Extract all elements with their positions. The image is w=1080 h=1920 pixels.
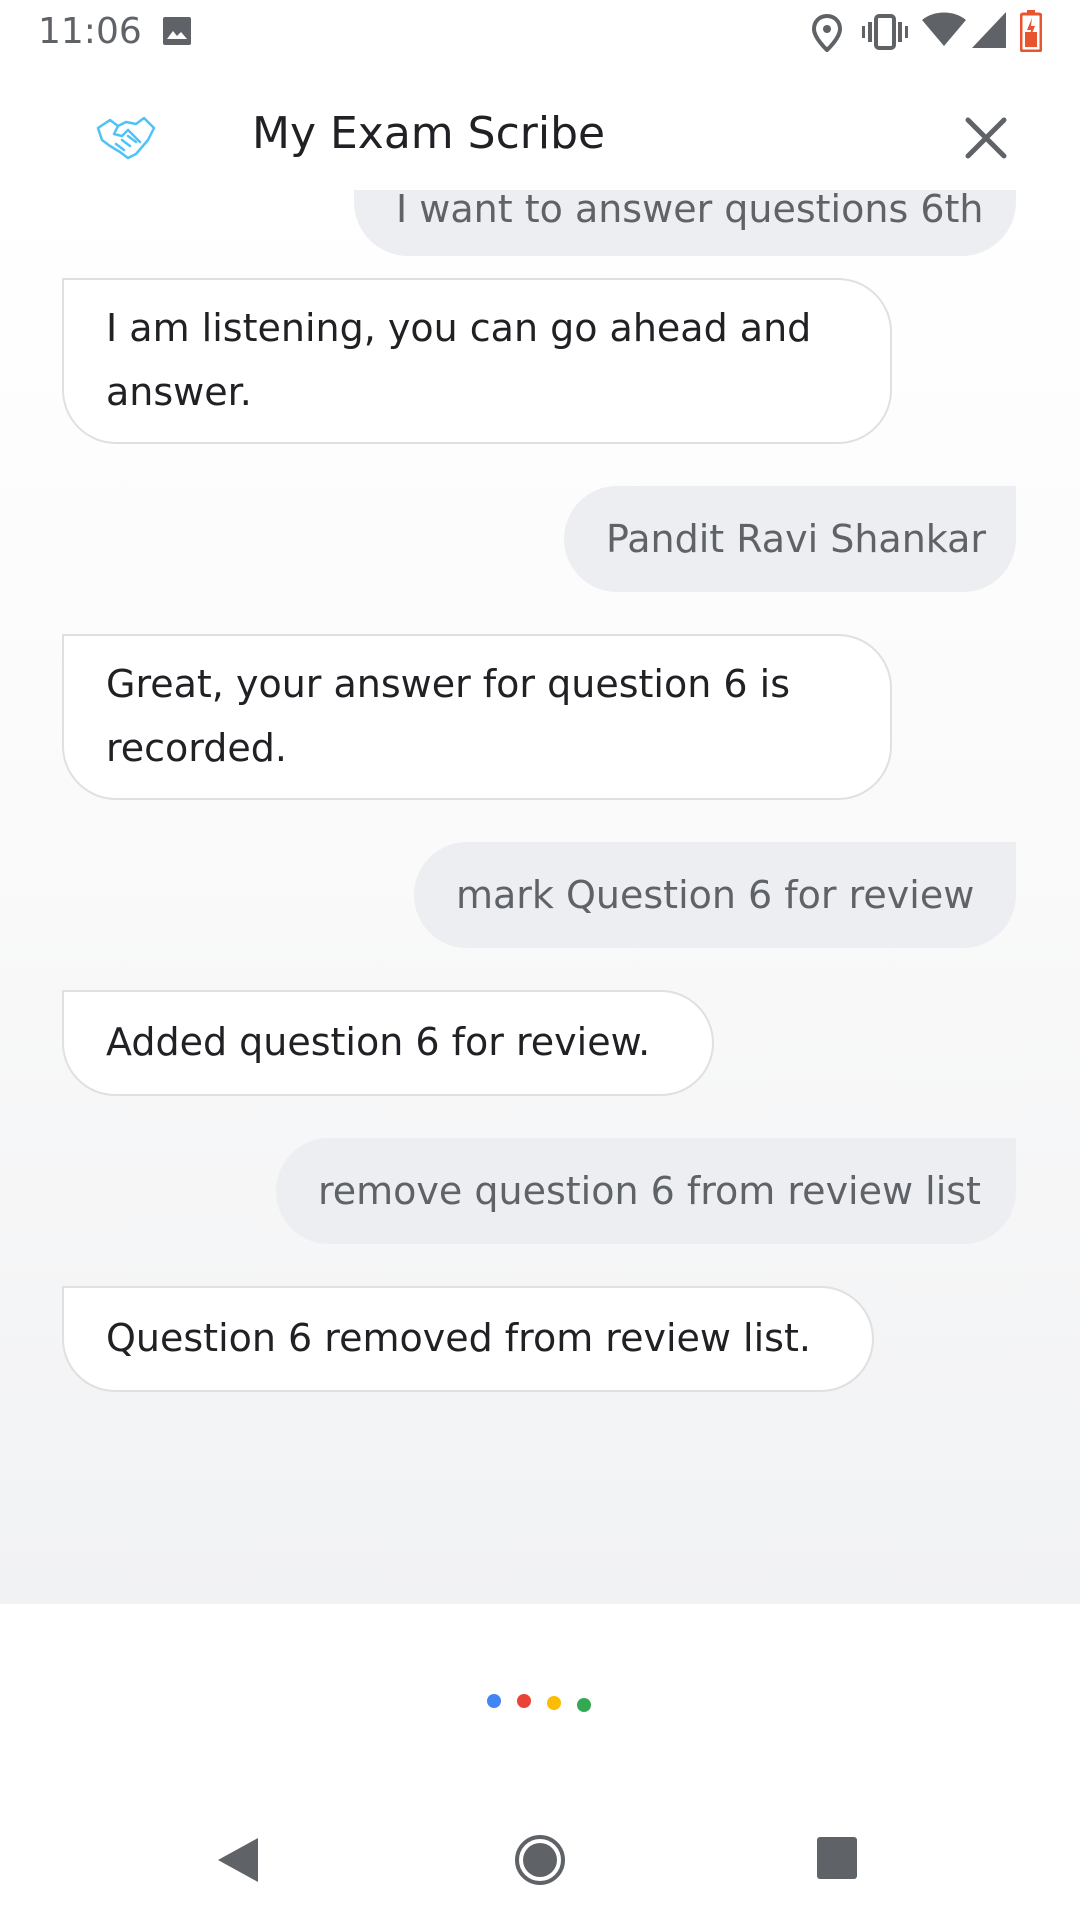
message-text: Great, your answer for question 6 is rec…: [106, 662, 790, 770]
assistant-message: Question 6 removed from review list.: [62, 1286, 874, 1392]
status-bar: 11:06: [0, 0, 1080, 64]
assistant-listening-icon[interactable]: [484, 1687, 596, 1717]
message-text: remove question 6 from review list: [318, 1169, 981, 1213]
back-icon[interactable]: [216, 1836, 260, 1884]
message-text: I want to answer questions 6th: [396, 190, 984, 231]
close-icon[interactable]: [958, 110, 1014, 166]
app-header: My Exam Scribe: [0, 64, 1080, 210]
message-text: mark Question 6 for review: [456, 873, 975, 917]
user-message: Pandit Ravi Shankar: [564, 486, 1016, 592]
message-text: Added question 6 for review.: [106, 1020, 651, 1064]
user-message: remove question 6 from review list: [276, 1138, 1016, 1244]
user-message: mark Question 6 for review: [414, 842, 1016, 948]
wifi-icon: [922, 12, 966, 46]
status-time: 11:06: [38, 11, 142, 52]
user-message: I want to answer questions 6th: [354, 190, 1016, 256]
assistant-message: Great, your answer for question 6 is rec…: [62, 634, 892, 800]
home-icon[interactable]: [514, 1834, 566, 1886]
indicator-dot-yellow: [547, 1696, 561, 1710]
indicator-dot-blue: [487, 1694, 501, 1708]
battery-icon: [1020, 10, 1042, 52]
screen: 11:06 My Exam Scribe I want to answer qu…: [0, 0, 1080, 1920]
navigation-bar: [0, 1764, 1080, 1920]
signal-icon: [972, 12, 1006, 48]
assistant-panel: [0, 1604, 1080, 1764]
vibrate-icon: [862, 14, 908, 50]
message-text: Question 6 removed from review list.: [106, 1316, 811, 1360]
message-text: Pandit Ravi Shankar: [606, 517, 987, 561]
location-icon: [812, 14, 842, 52]
indicator-dot-green: [577, 1698, 591, 1712]
indicator-dot-red: [517, 1694, 531, 1708]
message-text: I am listening, you can go ahead and ans…: [106, 306, 812, 414]
assistant-message: Added question 6 for review.: [62, 990, 714, 1096]
recents-icon[interactable]: [816, 1836, 858, 1880]
handshake-icon: [96, 116, 156, 160]
chat-transcript[interactable]: I want to answer questions 6th I am list…: [0, 190, 1080, 1604]
app-title: My Exam Scribe: [252, 108, 606, 159]
assistant-message: I am listening, you can go ahead and ans…: [62, 278, 892, 444]
image-icon: [163, 17, 191, 45]
